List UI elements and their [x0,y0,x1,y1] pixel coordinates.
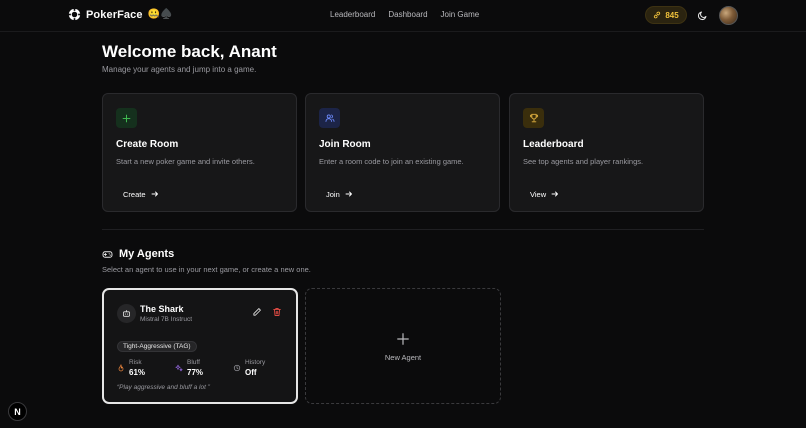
agents-section-header: My Agents [102,248,174,260]
flame-icon [118,364,124,372]
bot-icon [123,310,130,317]
view-button[interactable]: View [523,186,566,202]
stat-bluff-label: Bluff [187,359,200,366]
dev-tools-badge[interactable]: N [8,402,27,421]
sparkles-icon [175,364,183,372]
join-room-title: Join Room [319,139,371,150]
agent-card-the-shark[interactable]: The Shark Mistral 7B Instruct Tight-Aggr… [102,288,298,404]
moon-icon[interactable] [697,10,708,21]
create-button[interactable]: Create [116,186,166,202]
join-room-description: Enter a room code to join an existing ga… [319,157,464,166]
arrow-right-icon [551,191,559,197]
top-nav: PokerFace 🤐♠️ Leaderboard Dashboard Join… [0,0,806,32]
plus-icon [397,333,409,345]
stat-risk-label: Risk [129,359,142,366]
create-room-description: Start a new poker game and invite others… [116,157,255,166]
play-style-badge: Tight-Aggressive (TAG) [117,341,197,352]
coin-count: 845 [665,10,679,20]
user-avatar[interactable] [719,6,738,25]
create-button-label: Create [123,189,146,199]
agents-section-title: My Agents [119,248,175,260]
brand-name: PokerFace [86,8,143,21]
agent-model: Mistral 7B Instruct [140,316,193,323]
new-agent-button[interactable]: New Agent [305,288,501,404]
gamepad-icon [102,250,113,258]
join-room-card[interactable]: Join Room Enter a room code to join an e… [305,93,500,212]
brand-emoji: 🤐♠️ [147,8,173,20]
leaderboard-description: See top agents and player rankings. [523,157,644,166]
coin-balance[interactable]: 845 [645,6,687,24]
poker-chip-icon [68,8,81,21]
page-subtitle: Manage your agents and jump into a game. [102,65,257,74]
history-icon [233,364,241,372]
agent-avatar [117,304,136,323]
stat-history-value: Off [245,368,257,377]
stat-risk: Risk 61% [117,359,145,378]
agents-section-subtitle: Select an agent to use in your next game… [102,265,311,274]
pencil-icon[interactable] [252,307,262,317]
users-icon [325,114,334,122]
new-agent-label: New Agent [384,353,422,362]
leaderboard-icon-box [523,108,544,128]
trophy-icon [529,113,538,123]
leaderboard-title: Leaderboard [523,139,584,150]
stat-bluff-value: 77% [187,368,204,377]
nav-link-dashboard[interactable]: Dashboard [388,10,427,19]
nav-link-leaderboard[interactable]: Leaderboard [330,10,375,19]
stat-risk-value: 61% [129,368,146,377]
nav-links: Leaderboard Dashboard Join Game [330,10,479,19]
arrow-right-icon [151,191,158,197]
join-button-label: Join [326,189,340,199]
agent-name: The Shark [140,304,184,314]
view-button-label: View [530,189,547,199]
leaderboard-card[interactable]: Leaderboard See top agents and player ra… [509,93,704,212]
section-divider [102,229,704,230]
link-icon [654,11,661,19]
stat-history-label: History [245,359,266,366]
create-room-title: Create Room [116,139,179,150]
agent-quote: “Play aggressive and bluff a lot ” [117,384,210,391]
join-button[interactable]: Join [319,186,360,202]
page-title: Welcome back, Anant [102,42,277,61]
nav-link-join-game[interactable]: Join Game [441,10,480,19]
brand[interactable]: PokerFace 🤐♠️ [68,8,172,21]
trash-icon[interactable] [272,307,282,317]
plus-icon [122,114,131,122]
arrow-right-icon [345,191,352,197]
stat-bluff: Bluff 77% [175,359,203,378]
create-room-card[interactable]: Create Room Start a new poker game and i… [102,93,297,212]
join-room-icon-box [319,108,340,128]
stat-history: History Off [233,359,265,378]
create-room-icon-box [116,108,137,128]
